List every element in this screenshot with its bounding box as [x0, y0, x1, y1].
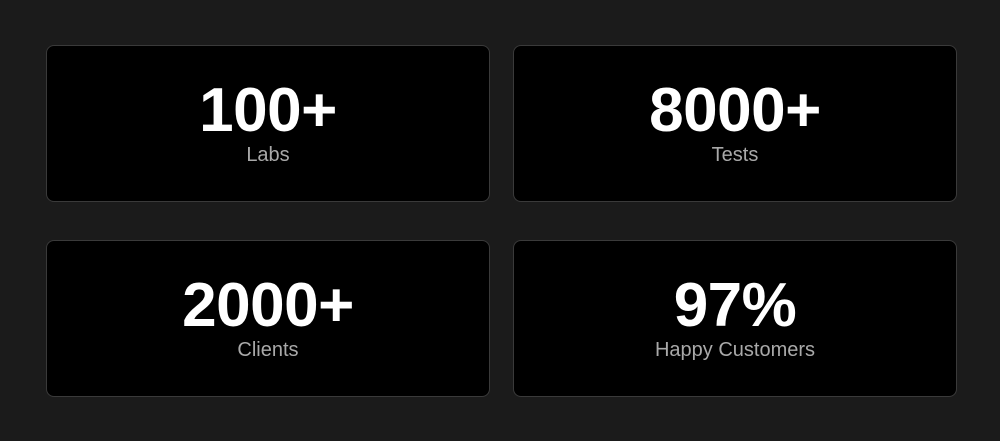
stat-card-labs: 100+ Labs [46, 45, 490, 202]
stat-card-happy-customers: 97% Happy Customers [513, 240, 957, 397]
stat-value: 2000+ [182, 271, 354, 340]
stat-label: Labs [246, 144, 290, 166]
stat-card-tests: 8000+ Tests [513, 45, 957, 202]
stat-card-clients: 2000+ Clients [46, 240, 490, 397]
stat-value: 8000+ [649, 76, 821, 145]
stat-label: Clients [237, 339, 299, 361]
stats-grid: 100+ Labs 8000+ Tests 2000+ Clients 97% … [0, 0, 1000, 441]
stat-label: Tests [711, 144, 759, 166]
stat-label: Happy Customers [654, 339, 816, 361]
stat-value: 97% [673, 271, 797, 340]
stat-value: 100+ [199, 76, 337, 145]
